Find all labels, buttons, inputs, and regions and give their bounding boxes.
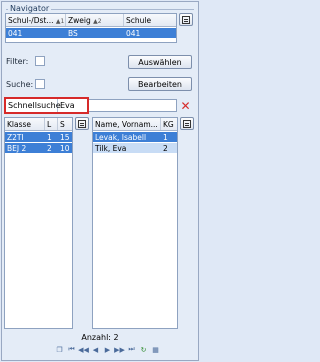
table-cell: Tilk, Eva [95, 144, 127, 153]
schueler-table[interactable]: Name, Vornam... KG Levak, Isabell 1 Tilk… [92, 117, 178, 329]
schnellsuche-label: Schnellsuche [6, 99, 61, 112]
table-cell: 15 [60, 133, 70, 142]
table-cell: Z2TI [7, 133, 24, 142]
column-chooser-button[interactable] [179, 13, 193, 26]
table-row[interactable]: 041 BS 041 [6, 28, 176, 38]
clear-search-icon[interactable]: ✕ [179, 99, 192, 113]
table-cell: 1 [163, 133, 168, 142]
column-header-kg[interactable]: KG [161, 118, 177, 130]
column-header-schul-dst[interactable]: Schul-/Dst... ▲1 [6, 14, 66, 26]
column-header-schule[interactable]: Schule [124, 14, 176, 26]
record-navigator: ❐ ⏮ ◀◀ ◀ ▶ ▶▶ ⏭ ↻ ▦ [55, 345, 160, 354]
grid-icon [78, 119, 86, 128]
table-row[interactable]: Z2TI 1 15 [5, 132, 72, 142]
suche-checkbox[interactable] [35, 79, 45, 89]
column-header-klasse[interactable]: Klasse [5, 118, 45, 130]
table-cell: BS [68, 29, 78, 38]
table-cell: 041 [8, 29, 23, 38]
last-record-icon[interactable]: ⏭ [127, 345, 136, 354]
column-header-zweig[interactable]: Zweig ▲2 [66, 14, 124, 26]
navigator-title: Navigator [8, 4, 52, 13]
previous-page-icon[interactable]: ◀◀ [78, 345, 89, 354]
grid-view-icon[interactable]: ▦ [151, 345, 160, 354]
schnellsuche-input-area[interactable] [89, 99, 177, 112]
previous-record-icon[interactable]: ◀ [91, 345, 100, 354]
filter-checkbox[interactable] [35, 56, 45, 66]
table-row[interactable]: BEJ 2 2 10 [5, 143, 72, 153]
table-cell: 1 [47, 133, 52, 142]
next-record-icon[interactable]: ▶ [103, 345, 112, 354]
table-cell: 2 [47, 144, 52, 153]
column-label: Schule [126, 16, 152, 25]
table-cell: 041 [126, 29, 141, 38]
column-header-l[interactable]: L [45, 118, 58, 130]
column-header-name[interactable]: Name, Vornam... [93, 118, 161, 130]
refresh-icon[interactable]: ↻ [139, 345, 148, 354]
schnellsuche-field[interactable]: Schnellsuche Eva [4, 97, 89, 114]
suche-label: Suche: [6, 80, 34, 89]
sort-indicator: ▲1 [55, 18, 65, 25]
schueler-column-chooser-button[interactable] [180, 117, 194, 130]
grid-icon [183, 119, 191, 128]
auswaehlen-button[interactable]: Auswählen [128, 55, 192, 69]
sort-indicator: ▲2 [93, 18, 102, 25]
table-cell: 2 [163, 144, 168, 153]
table-cell: 10 [60, 144, 70, 153]
table-cell: BEJ 2 [7, 144, 27, 153]
bearbeiten-button[interactable]: Bearbeiten [128, 77, 192, 91]
column-label: Schul-/Dst... [8, 16, 54, 25]
column-header-s[interactable]: S [58, 118, 72, 130]
table-cell: Levak, Isabell [95, 133, 147, 142]
next-page-icon[interactable]: ▶▶ [114, 345, 125, 354]
klassen-table[interactable]: Klasse L S Z2TI 1 15 BEJ 2 2 10 [4, 117, 73, 329]
copy-icon[interactable]: ❐ [55, 345, 64, 354]
filter-label: Filter: [6, 57, 29, 66]
school-table[interactable]: Schul-/Dst... ▲1 Zweig ▲2 Schule 041 BS … [5, 13, 177, 43]
table-row[interactable]: Levak, Isabell 1 [93, 132, 177, 142]
table-row[interactable]: Tilk, Eva 2 [93, 143, 177, 153]
grid-icon [182, 15, 190, 24]
klassen-column-chooser-button[interactable] [75, 117, 89, 130]
schnellsuche-input[interactable]: Eva [58, 101, 75, 110]
first-record-icon[interactable]: ⏮ [67, 345, 76, 354]
record-count: Anzahl: 2 [81, 333, 119, 342]
column-label: Zweig [68, 16, 91, 25]
